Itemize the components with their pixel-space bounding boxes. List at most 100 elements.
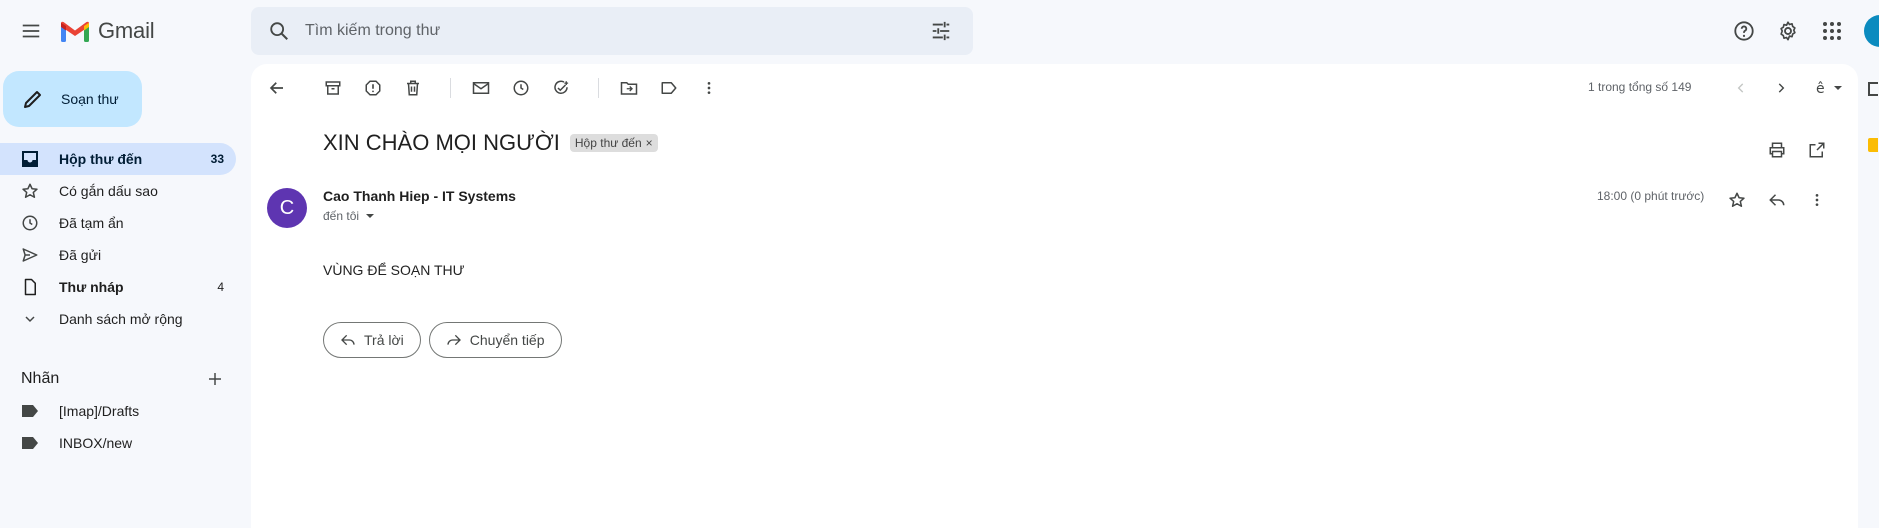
reply-actions: Trả lời Chuyển tiếp — [323, 322, 562, 358]
subject-actions — [1757, 130, 1837, 170]
sidebar-item-snoozed[interactable]: Đã tạm ẩn — [0, 207, 236, 239]
forward-label: Chuyển tiếp — [469, 332, 545, 348]
print-icon — [1769, 142, 1785, 158]
remove-label-icon[interactable]: × — [646, 136, 653, 150]
toolbar-divider — [450, 78, 451, 98]
archive-button[interactable] — [313, 68, 353, 108]
sidebar-item-label: Danh sách mở rộng — [59, 311, 183, 327]
forward-icon — [447, 334, 461, 346]
star-button[interactable] — [1717, 180, 1757, 220]
labels-button[interactable] — [649, 68, 689, 108]
label-chip[interactable]: Hộp thư đến × — [569, 134, 658, 152]
plus-icon — [209, 373, 221, 385]
toolbar-divider — [598, 78, 599, 98]
move-to-button[interactable] — [609, 68, 649, 108]
svg-text:ê: ê — [1816, 81, 1825, 96]
report-icon — [365, 80, 381, 96]
print-button[interactable] — [1757, 130, 1797, 170]
sidebar-item-label: Hộp thư đến — [59, 151, 143, 167]
main-menu-button[interactable] — [11, 11, 51, 51]
sender-name[interactable]: Cao Thanh Hiep - IT Systems — [323, 188, 516, 204]
inbox-icon — [19, 148, 41, 170]
labels-header: Nhãn — [21, 363, 231, 395]
snooze-button[interactable] — [501, 68, 541, 108]
settings-button[interactable] — [1768, 11, 1808, 51]
open-new-window-button[interactable] — [1797, 130, 1837, 170]
star-icon — [1729, 192, 1745, 207]
compose-button[interactable]: Soạn thư — [3, 71, 142, 127]
message-subject: XIN CHÀO MỌI NGƯỜI — [323, 130, 560, 155]
folder-move-icon — [620, 82, 638, 95]
reply-icon — [341, 334, 355, 346]
trash-icon — [407, 80, 419, 96]
star-icon — [19, 180, 41, 202]
sidebar-item-label: Đã gửi — [59, 247, 102, 263]
create-label-button[interactable] — [199, 363, 231, 395]
open-in-new-icon — [1809, 142, 1825, 158]
add-to-tasks-button[interactable] — [541, 68, 581, 108]
more-vert-icon — [707, 82, 711, 94]
label-chip-text: Hộp thư đến — [574, 136, 642, 150]
search-icon — [270, 22, 288, 40]
message-body: VÙNG ĐỂ SOẠN THƯ — [323, 262, 465, 278]
back-button[interactable] — [257, 68, 297, 108]
pager-text: 1 trong tổng số 149 — [1588, 80, 1692, 94]
sidebar-label-inbox-new[interactable]: INBOX/new — [0, 427, 236, 459]
forward-pill-button[interactable]: Chuyển tiếp — [428, 322, 562, 358]
help-button[interactable] — [1724, 11, 1764, 51]
sender-avatar[interactable]: C — [267, 188, 307, 228]
sidebar-item-label: Thư nháp — [59, 279, 124, 295]
message-more-button[interactable] — [1797, 180, 1837, 220]
reply-pill-button[interactable]: Trả lời — [323, 322, 421, 358]
label-icon — [19, 400, 41, 422]
draft-icon — [19, 276, 41, 298]
chevron-down-icon — [19, 308, 41, 330]
search-button[interactable] — [259, 11, 299, 51]
sidebar-label-imap-drafts[interactable]: [Imap]/Drafts — [0, 395, 236, 427]
sidebar-item-inbox[interactable]: Hộp thư đến 33 — [0, 143, 236, 175]
caret-down-icon — [366, 214, 375, 218]
input-tools-icon: ê — [1816, 81, 1842, 96]
newer-button[interactable] — [1721, 68, 1761, 108]
older-button[interactable] — [1761, 68, 1801, 108]
help-icon — [1734, 21, 1754, 41]
apps-button[interactable] — [1812, 11, 1852, 51]
keep-icon[interactable] — [1868, 138, 1878, 152]
sidebar-item-starred[interactable]: Có gắn dấu sao — [0, 175, 236, 207]
mail-icon — [472, 82, 490, 94]
subject-row: XIN CHÀO MỌI NGƯỜI Hộp thư đến × — [323, 130, 658, 156]
search-input[interactable] — [299, 22, 921, 40]
delete-button[interactable] — [393, 68, 433, 108]
message-view: 1 trong tổng số 149 ê XIN CHÀO MỌI NGƯỜI… — [251, 64, 1858, 528]
apps-grid-icon — [1823, 22, 1841, 40]
more-button[interactable] — [689, 68, 729, 108]
reply-icon — [1769, 194, 1785, 206]
unread-count: 33 — [210, 152, 224, 166]
recipient-details[interactable]: đến tôi — [323, 209, 375, 223]
reply-button[interactable] — [1757, 180, 1797, 220]
gmail-logo[interactable]: Gmail — [60, 18, 155, 44]
sidebar-item-more[interactable]: Danh sách mở rộng — [0, 303, 236, 335]
account-avatar[interactable]: I — [1864, 15, 1879, 47]
label-icon — [19, 432, 41, 454]
search-bar — [251, 7, 973, 55]
app-name: Gmail — [98, 18, 155, 43]
sidebar-item-sent[interactable]: Đã gửi — [0, 239, 236, 271]
sidebar-nav: Hộp thư đến 33 Có gắn dấu sao Đã tạm ẩn … — [0, 143, 236, 335]
clock-icon — [513, 80, 529, 96]
recipient-text: đến tôi — [323, 209, 360, 223]
chevron-left-icon — [1737, 83, 1744, 93]
top-bar: Gmail I — [0, 0, 1879, 64]
mark-unread-button[interactable] — [461, 68, 501, 108]
search-options-button[interactable] — [921, 11, 961, 51]
more-vert-icon — [1815, 194, 1819, 206]
calendar-icon[interactable] — [1868, 82, 1878, 96]
input-tools-button[interactable]: ê — [1806, 68, 1854, 108]
report-spam-button[interactable] — [353, 68, 393, 108]
sidebar-item-drafts[interactable]: Thư nháp 4 — [0, 271, 236, 303]
add-task-icon — [554, 80, 569, 95]
archive-icon — [325, 81, 341, 95]
top-right-actions — [1724, 11, 1852, 51]
gmail-m-icon — [61, 21, 89, 42]
hamburger-icon — [22, 24, 40, 38]
